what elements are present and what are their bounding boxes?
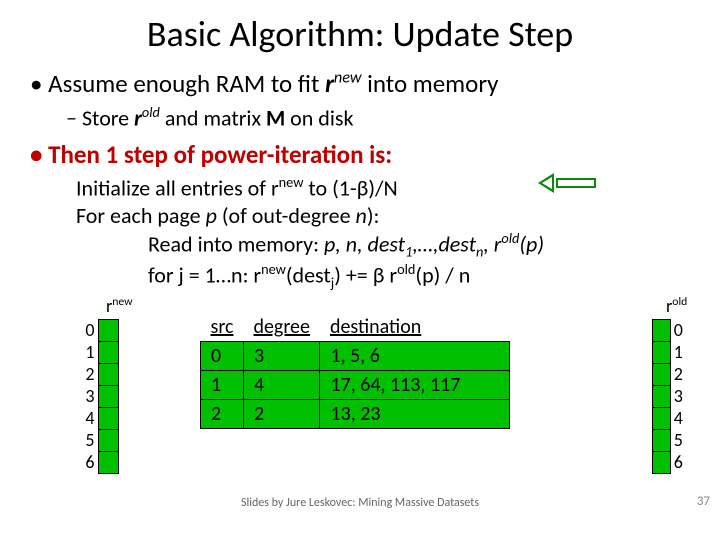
vec-cell [653,319,671,341]
vec-cell [653,429,671,451]
algorithm-block: Initialize all entries of rnew to (1-β)/… [76,174,690,292]
vec-cell [653,385,671,407]
vec-cell [98,341,118,363]
vec-cell [98,385,118,407]
vector-rold: 0123456 [652,319,690,474]
vec-cell [98,363,118,385]
rold-label: rold [666,295,687,317]
algo-line-1: Initialize all entries of rnew to (1-β)/… [76,174,690,202]
diagram: rnew rold 0123456 srcdegreedestination 0… [30,299,690,479]
algo-line-3: Read into memory: p, n, dest1,…,destn, r… [76,230,690,262]
table-row: 031, 5, 6 [201,341,510,370]
vec-index: 1 [78,341,98,363]
vec-index: 6 [78,451,98,473]
table-row: 1417, 64, 113, 117 [201,370,510,399]
table-row: 2213, 23 [201,399,510,428]
matrix-table: srcdegreedestination 031, 5, 61417, 64, … [200,313,510,429]
bullet-ram: Assume enough RAM to fit rnew into memor… [30,68,690,99]
vec-index: 5 [670,429,689,451]
vec-cell [653,341,671,363]
matrix-header: srcdegreedestination [201,313,510,342]
vector-rnew: 0123456 [78,319,119,474]
bullet-then: Then 1 step of power-iteration is: [30,139,690,170]
vec-index: 4 [78,407,98,429]
vec-index: 2 [670,363,689,385]
bullet-store: Store rold and matrix M on disk [66,103,690,131]
vec-index: 6 [670,451,689,473]
vec-cell [98,407,118,429]
vec-index: 3 [78,385,98,407]
vec-index: 1 [670,341,689,363]
vec-cell [653,407,671,429]
vec-index: 0 [670,319,689,341]
vec-index: 5 [78,429,98,451]
vec-cell [653,363,671,385]
rnew-label: rnew [106,295,133,317]
algo-line-2: For each page p (of out-degree n): [76,202,690,230]
vec-index: 3 [670,385,689,407]
slide: Basic Algorithm: Update Step Assume enou… [0,0,720,479]
slide-title: Basic Algorithm: Update Step [30,12,690,56]
algo-line-4: for j = 1…n: rnew(destj) += β rold(p) / … [76,261,690,293]
vec-index: 4 [670,407,689,429]
page-number: 37 [697,494,710,509]
vec-index: 0 [78,319,98,341]
footer-text: Slides by Jure Leskovec: Mining Massive … [0,496,720,510]
vec-cell [98,429,118,451]
arrow-icon [536,172,596,194]
vec-cell [653,451,671,473]
vec-cell [98,451,118,473]
vec-index: 2 [78,363,98,385]
vec-cell [98,319,118,341]
